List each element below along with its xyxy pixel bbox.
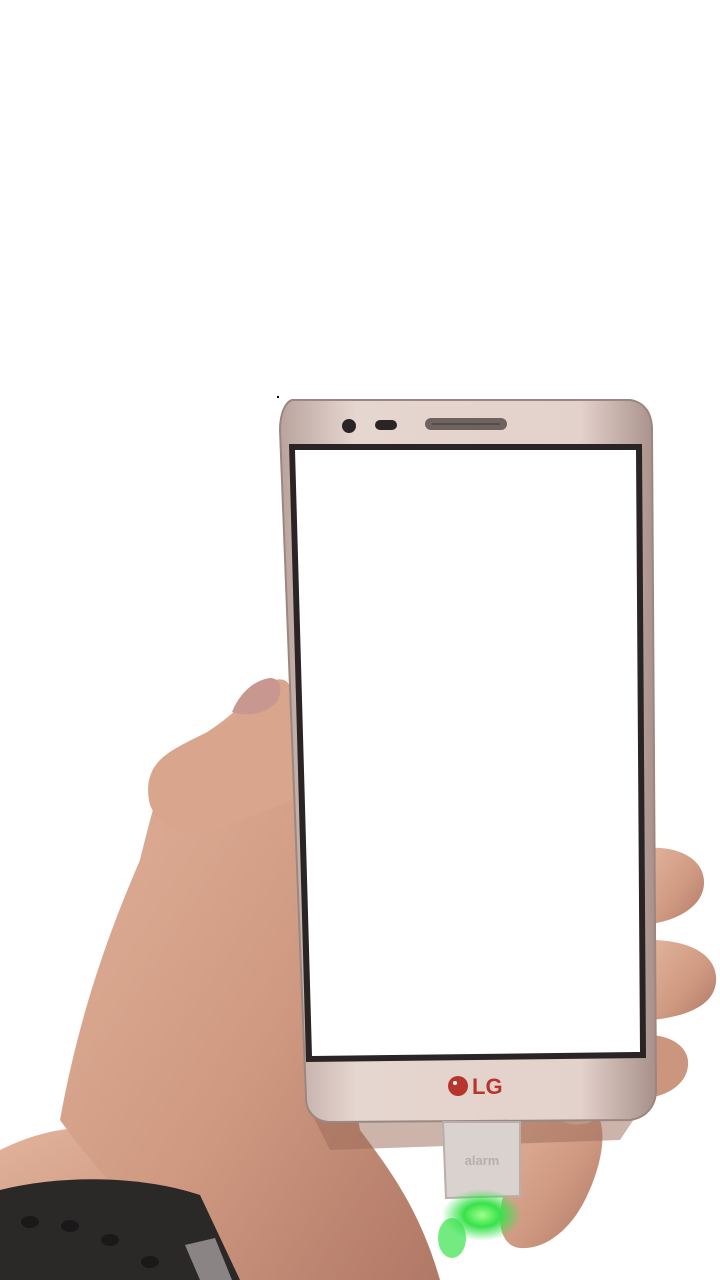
- blank-screen: [295, 450, 640, 1056]
- finger-1: [648, 847, 705, 924]
- finger-2: [650, 940, 717, 1020]
- hand-holding-phone-illustration: LG alarm: [0, 396, 717, 1280]
- lg-logo: LG: [448, 1074, 503, 1099]
- green-led-reflection: [438, 1218, 466, 1258]
- lg-brand-text: LG: [472, 1074, 503, 1099]
- lg-logo-icon: [448, 1076, 468, 1096]
- security-tag-label: alarm: [465, 1153, 500, 1168]
- front-camera-icon: [342, 419, 356, 433]
- speck: [277, 396, 279, 398]
- proximity-sensor-icon: [375, 420, 397, 430]
- photo-scene: LG alarm: [0, 0, 720, 1280]
